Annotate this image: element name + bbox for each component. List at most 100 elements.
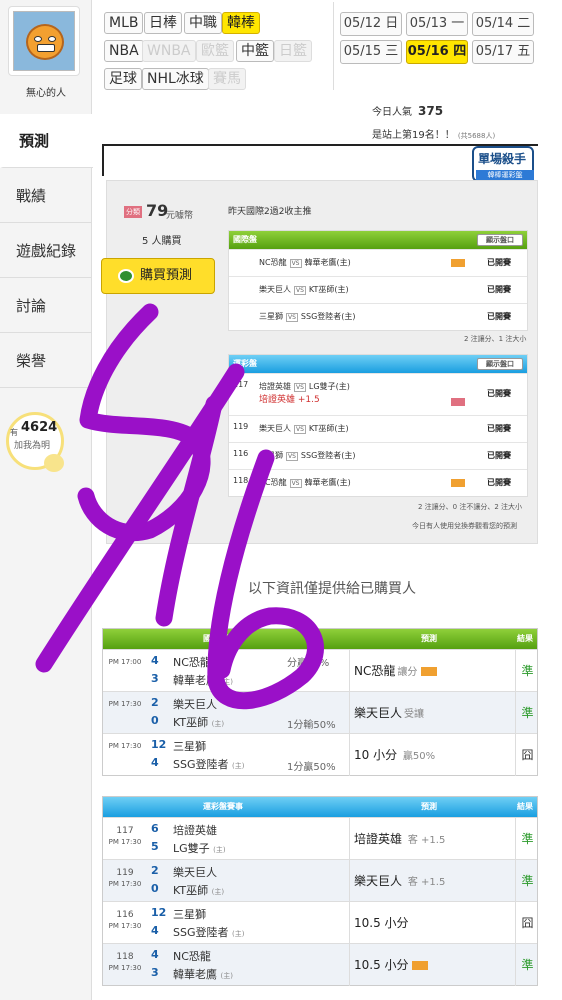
- league-tag-kbo[interactable]: 韓棒: [222, 12, 260, 34]
- pred-pick: 10 小分: [354, 748, 398, 762]
- game-number: 119: [233, 422, 249, 431]
- game-number: 117: [233, 380, 249, 389]
- away-team: KT巫師(主): [308, 285, 349, 294]
- status: 已開賽: [487, 258, 511, 267]
- game-clock: PM 17:30: [108, 880, 142, 888]
- today-popularity-value: 375: [418, 104, 444, 118]
- col-game: 國際盤賽事: [203, 634, 243, 643]
- status: 已開賽: [487, 478, 511, 487]
- nav-item-predict[interactable]: 預測: [0, 114, 93, 168]
- team: KT巫師 (主): [173, 882, 224, 898]
- prediction: 樂天巨人 客 +1.5: [349, 860, 515, 902]
- pred-pick: 10.5 小分: [354, 916, 409, 930]
- popularity-count: 4624: [21, 420, 58, 435]
- score: 3: [151, 966, 159, 979]
- header-divider: [333, 2, 334, 90]
- game-time: 117 PM 17:30: [103, 818, 147, 860]
- home-team: 三星獅: [259, 312, 283, 321]
- today-popularity: 今日人氣 375: [372, 103, 443, 118]
- match: NC恐龍 VS 韓華老鷹(主): [259, 257, 351, 268]
- nav-item-discuss[interactable]: 討論: [0, 279, 92, 333]
- game-number: 116: [116, 910, 134, 920]
- col-res: 結果: [517, 802, 533, 811]
- username[interactable]: 無心的人: [0, 84, 92, 99]
- avatar-eye-icon: [34, 36, 42, 42]
- vs-icon: VS: [294, 425, 306, 434]
- team: 樂天巨人: [173, 866, 217, 879]
- league-tag-horse-racing: 賽馬: [208, 68, 246, 90]
- sport-title: 運彩盤: [233, 359, 257, 368]
- price-value: 79: [146, 201, 169, 220]
- list-item: 118 NC恐龍 VS 韓華老鷹(主) 已開賽: [229, 469, 527, 496]
- away-team: 韓華老鷹(主): [304, 478, 351, 487]
- prediction: 培證英雄 客 +1.5: [349, 818, 515, 860]
- result-mark: 準: [515, 860, 539, 902]
- nav-item-honor[interactable]: 榮譽: [0, 334, 92, 388]
- sport-picks-box: 運彩盤 顯示盤口 117 培證英雄 VS LG雙子(主) 培證英雄 +1.5 已開賽 …: [228, 354, 528, 497]
- host-mark: (主): [213, 846, 226, 854]
- intl-results-table: 國際盤賽事 預測 結果 PM 17:00 4 NC恐龍 3 韓華老鷹 (主) 分…: [102, 628, 538, 776]
- date-tab[interactable]: 05/13 一: [406, 12, 468, 36]
- away-team: SSG登陸者(主): [300, 312, 356, 321]
- handicap-icon: [412, 961, 429, 970]
- team: SSG登陸者 (主): [173, 756, 244, 772]
- match: 培證英雄 VS LG雙子(主): [259, 381, 350, 392]
- team: 韓華老鷹 (主): [173, 966, 233, 982]
- score: 5: [151, 840, 159, 853]
- buy-prediction-button[interactable]: 購買預測: [101, 258, 215, 294]
- col-game: 運彩盤賽事: [203, 802, 243, 811]
- home-team: 三星獅: [259, 451, 283, 460]
- date-tab[interactable]: 05/15 三: [340, 40, 402, 64]
- list-item: 116 三星獅 VS SSG登陸者(主) 已開賽: [229, 442, 527, 469]
- result-mark: 囧: [515, 734, 539, 776]
- add-fan-link[interactable]: 加我為明: [14, 438, 50, 451]
- show-line-button[interactable]: 顯示盤口: [477, 358, 523, 370]
- score: 6: [151, 822, 159, 835]
- team: 樂天巨人: [173, 698, 217, 711]
- league-tag-jp-basketball: 日籃: [274, 40, 312, 62]
- show-line-button[interactable]: 顯示盤口: [477, 234, 523, 246]
- score: 4: [151, 924, 159, 937]
- nav-item-game-log[interactable]: 遊戲紀錄: [0, 224, 92, 278]
- score: 0: [151, 714, 159, 727]
- league-tag-mlb[interactable]: MLB: [104, 12, 144, 34]
- date-tab[interactable]: 05/14 二: [472, 12, 534, 36]
- game-time: PM 17:30: [103, 734, 147, 776]
- team: SSG登陸者 (主): [173, 924, 244, 940]
- away-team: 韓華老鷹(主): [304, 258, 351, 267]
- score: 0: [151, 882, 159, 895]
- pred-pick: 10.5 小分: [354, 958, 409, 972]
- avatar-frame[interactable]: [8, 6, 80, 76]
- league-tag-cba[interactable]: 中籃: [236, 40, 274, 62]
- pick: 培證英雄 +1.5: [259, 395, 320, 405]
- league-tag-nba[interactable]: NBA: [104, 40, 144, 62]
- status: 已開賽: [487, 285, 511, 294]
- game-time: PM 17:00: [103, 650, 147, 692]
- score: 12: [151, 738, 167, 751]
- game-number: 119: [116, 868, 134, 878]
- pick-icon: [451, 398, 465, 406]
- game-time: 119 PM 17:30: [103, 860, 147, 902]
- league-tag-euro-basketball: 歐籃: [196, 40, 234, 62]
- league-tag-cpbl[interactable]: 中職: [184, 12, 222, 34]
- site-rank-text: 是站上第19名！！: [372, 130, 455, 141]
- league-tag-soccer[interactable]: 足球: [104, 68, 142, 90]
- vs-icon: VS: [294, 286, 306, 295]
- date-tab[interactable]: 05/12 日: [340, 12, 402, 36]
- team: LG雙子 (主): [173, 840, 226, 856]
- site-rank-sub: (共5688人): [457, 132, 496, 140]
- league-tag-npb[interactable]: 日棒: [144, 12, 182, 34]
- date-tab[interactable]: 05/17 五: [472, 40, 534, 64]
- avatar-eye-icon: [48, 36, 56, 42]
- killer-badge: 單場殺手 韓棒運彩盤: [472, 146, 534, 182]
- list-item: 樂天巨人 VS KT巫師(主) 已開賽: [229, 276, 527, 303]
- team: 韓華老鷹 (主): [173, 672, 233, 688]
- avatar[interactable]: [13, 11, 75, 71]
- nav-item-record[interactable]: 戰績: [0, 169, 92, 223]
- col-pred: 預測: [421, 634, 437, 643]
- league-tag-nhl[interactable]: NHL冰球: [142, 68, 209, 90]
- date-tab-active[interactable]: 05/16 四: [406, 40, 468, 64]
- home-team: NC恐龍: [259, 478, 287, 487]
- home-team: 培證英雄: [259, 382, 291, 391]
- match: 樂天巨人 VS KT巫師(主): [259, 423, 349, 434]
